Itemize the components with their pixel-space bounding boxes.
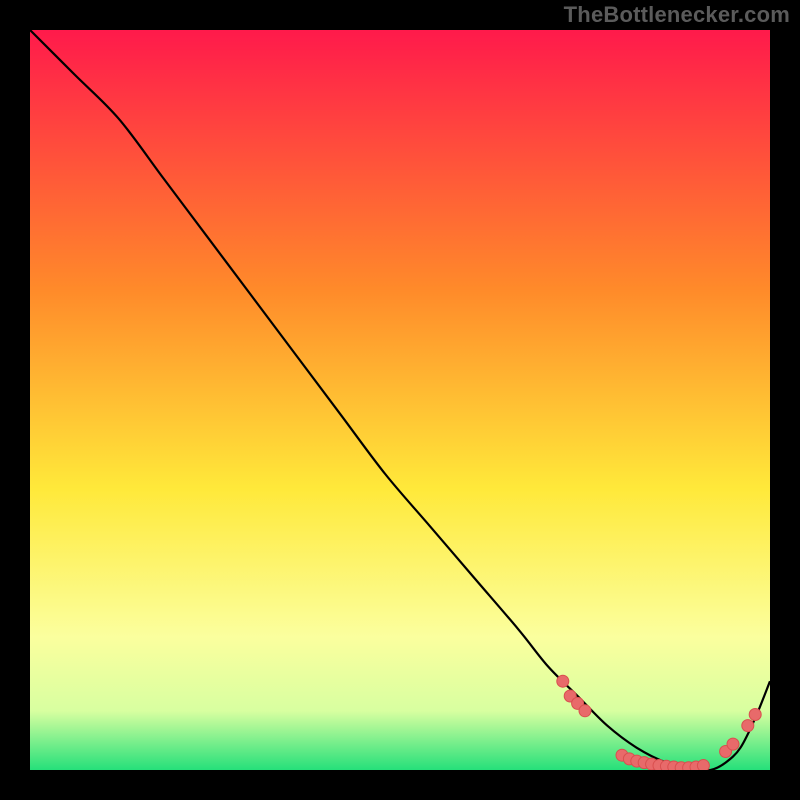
attribution-text: TheBottlenecker.com — [564, 2, 790, 28]
chart-frame: TheBottlenecker.com — [0, 0, 800, 800]
curve-marker — [697, 760, 709, 770]
bottleneck-chart — [30, 30, 770, 770]
plot-area — [30, 30, 770, 770]
curve-marker — [742, 720, 754, 732]
curve-marker — [557, 675, 569, 687]
curve-marker — [749, 709, 761, 721]
curve-marker — [579, 705, 591, 717]
curve-marker — [727, 738, 739, 750]
gradient-background — [30, 30, 770, 770]
